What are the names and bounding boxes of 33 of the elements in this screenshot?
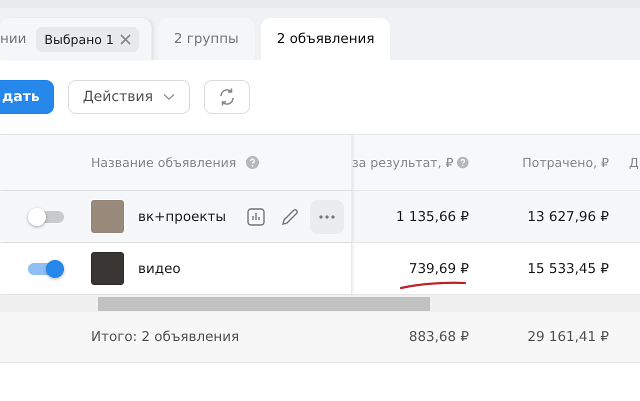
table-cell: 29 161,41 ₽ xyxy=(527,329,609,345)
total-label: Итого: 2 объявления xyxy=(91,329,240,345)
close-icon[interactable] xyxy=(120,34,131,44)
table-cell: 739,69 ₽ xyxy=(408,260,469,276)
bar-chart-icon[interactable] xyxy=(246,206,266,226)
ad-name[interactable]: видео xyxy=(138,260,181,276)
table-cell: 1 135,66 ₽ xyxy=(396,208,469,224)
photo-placeholder xyxy=(91,200,124,233)
selection-chip[interactable]: Выбрано 1 xyxy=(36,26,139,52)
tab[interactable]: 2 объявления xyxy=(260,18,390,60)
column-header: Д xyxy=(629,155,639,170)
help-icon[interactable] xyxy=(246,156,260,169)
table-cell: 883,68 ₽ xyxy=(408,329,469,345)
more-button[interactable] xyxy=(310,200,344,234)
column-header: Потрачено, ₽ xyxy=(522,155,609,170)
help-icon[interactable] xyxy=(457,156,469,169)
table-cell: 15 533,45 ₽ xyxy=(527,260,609,276)
chevron-down-icon xyxy=(163,93,176,101)
column-header: за результат, ₽ xyxy=(352,155,454,170)
pencil-icon[interactable] xyxy=(280,206,300,226)
toggle-switch[interactable] xyxy=(28,208,64,226)
create-button[interactable]: дать xyxy=(0,80,54,114)
tab[interactable]: 2 группы xyxy=(158,18,255,60)
ad-name[interactable]: вк+проекты xyxy=(138,208,226,224)
column-header: Название объявления xyxy=(91,155,236,170)
scrollbar-thumb[interactable] xyxy=(98,297,430,311)
refresh-button[interactable] xyxy=(204,80,250,114)
toggle-switch[interactable] xyxy=(28,260,64,278)
actions-dropdown[interactable]: Действия xyxy=(68,80,190,114)
more-icon xyxy=(319,214,336,218)
photo-placeholder xyxy=(91,252,124,285)
tab[interactable]: нии Выбрано 1 xyxy=(0,18,152,60)
table-cell: 13 627,96 ₽ xyxy=(527,208,609,224)
